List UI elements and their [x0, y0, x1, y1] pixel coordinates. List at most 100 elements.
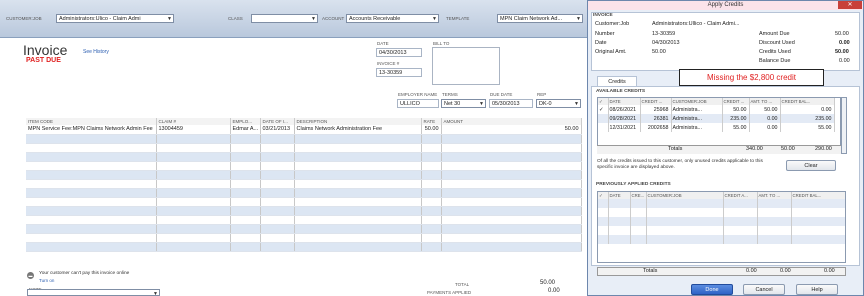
invoice-number-field[interactable]: 13-30359: [376, 68, 422, 77]
past-due-status: PAST DUE: [26, 57, 61, 64]
class-dropdown[interactable]: ▼: [251, 14, 318, 23]
clear-button[interactable]: Clear: [786, 160, 836, 171]
see-history-link[interactable]: See History: [83, 49, 109, 55]
customer-job-dropdown[interactable]: Administrators:Ulico - Claim Admi ▼: [56, 14, 174, 23]
due-date-field[interactable]: 05/30/2013: [489, 99, 533, 108]
col-customer-job[interactable]: CUSTOMER:JOB: [671, 98, 723, 105]
cell-credit-balance: 55.00: [780, 123, 835, 132]
col-description[interactable]: DESCRIPTION: [294, 118, 422, 125]
checkbox[interactable]: [598, 123, 609, 132]
chevron-down-icon[interactable]: ▼: [167, 15, 172, 22]
chevron-down-icon[interactable]: ▼: [311, 15, 316, 22]
col-amount[interactable]: AMOUNT: [441, 118, 582, 125]
credit-row[interactable]: ✓ 08/26/2021 25968 Administra... 50.00 5…: [598, 105, 835, 114]
cell-employee[interactable]: Edmar A...: [230, 125, 261, 135]
col-credit-amt[interactable]: CREDIT A...: [723, 192, 758, 199]
rep-dropdown[interactable]: DK-0 ▼: [536, 99, 581, 108]
table-row[interactable]: [26, 242, 582, 252]
bill-to-address[interactable]: [432, 47, 500, 85]
help-button[interactable]: Help: [796, 284, 838, 295]
credit-row[interactable]: [598, 208, 845, 217]
done-button[interactable]: Done: [691, 284, 733, 295]
employer-name-field[interactable]: ULLICO: [397, 99, 439, 108]
col-date-of-injury[interactable]: DATE OF I...: [260, 118, 295, 125]
chevron-down-icon[interactable]: ▼: [576, 15, 581, 22]
checkbox[interactable]: [598, 114, 609, 123]
col-date[interactable]: DATE: [608, 98, 641, 105]
table-row[interactable]: [26, 170, 582, 180]
tab-credits[interactable]: Credits: [597, 76, 637, 86]
credit-row[interactable]: [598, 199, 845, 208]
customer-job-label: Customer:Job: [595, 21, 630, 27]
table-row[interactable]: [26, 224, 582, 234]
cell-date[interactable]: 03/21/2013: [260, 125, 295, 135]
credit-row[interactable]: [598, 217, 845, 226]
date-field[interactable]: 04/30/2013: [376, 48, 422, 57]
col-amt-to-use[interactable]: AMT. TO ...: [757, 192, 792, 199]
cell-amt-to-use[interactable]: 0.00: [749, 114, 781, 123]
class-label: CLASS: [228, 16, 243, 21]
table-row[interactable]: [26, 179, 582, 189]
table-row[interactable]: [26, 188, 582, 198]
account-dropdown[interactable]: Accounts Receivable ▼: [346, 14, 439, 23]
col-customer-job[interactable]: CUSTOMER:JOB: [646, 192, 724, 199]
col-rate[interactable]: RATE: [421, 118, 442, 125]
balance-due-value: 0.00: [839, 58, 850, 64]
cell-amount[interactable]: 50.00: [441, 125, 582, 135]
turn-on-link[interactable]: Turn on: [39, 278, 54, 283]
previously-applied-table: ✓ DATE CRE... CUSTOMER:JOB CREDIT A... A…: [598, 192, 845, 244]
cell-amt-to-use[interactable]: 50.00: [749, 105, 781, 114]
credit-row[interactable]: 09/28/2021 26381 Administra... 235.00 0.…: [598, 114, 835, 123]
available-credits-table: ✓ DATE CREDIT ... CUSTOMER:JOB CREDIT ..…: [598, 98, 835, 132]
col-credit-no[interactable]: CREDIT ...: [640, 98, 672, 105]
col-date[interactable]: DATE: [608, 192, 631, 199]
col-employee[interactable]: EMPLO...: [230, 118, 261, 125]
cell-description[interactable]: Claims Network Administration Fee: [294, 125, 422, 135]
line-items-table: ITEM CODE CLAIM # EMPLO... DATE OF I... …: [26, 118, 582, 252]
table-row[interactable]: [26, 197, 582, 207]
table-row[interactable]: [26, 233, 582, 243]
balance-due-label: Balance Due: [759, 58, 791, 64]
close-icon[interactable]: ✕: [838, 1, 862, 9]
vertical-scrollbar[interactable]: [841, 97, 847, 154]
table-row[interactable]: MPN Service Fee:MPN Claims Network Admin…: [26, 125, 582, 135]
table-row[interactable]: [26, 206, 582, 216]
cell-item[interactable]: MPN Service Fee:MPN Claims Network Admin…: [26, 125, 157, 135]
table-row[interactable]: [26, 143, 582, 153]
credits-used-value: 50.00: [835, 49, 849, 55]
credit-row[interactable]: 12/31/2021 2002658 Administra... 55.00 0…: [598, 123, 835, 132]
table-row[interactable]: [26, 215, 582, 225]
template-dropdown[interactable]: MPN Claim Network Ad... ▼: [497, 14, 583, 23]
account-value: Accounts Receivable: [349, 16, 401, 22]
credit-row[interactable]: [598, 226, 845, 235]
col-credit-balance[interactable]: CREDIT BAL...: [780, 98, 835, 105]
credit-row[interactable]: [598, 235, 845, 244]
col-claim[interactable]: CLAIM #: [156, 118, 231, 125]
note-field[interactable]: ▼: [27, 289, 160, 296]
table-row[interactable]: [26, 134, 582, 144]
total-label: TOTAL: [455, 282, 470, 287]
cell-rate[interactable]: 50.00: [421, 125, 442, 135]
chevron-down-icon[interactable]: ▼: [479, 100, 484, 107]
checkbox[interactable]: ✓: [598, 105, 609, 114]
cell-amt-to-use[interactable]: 0.00: [749, 123, 781, 132]
col-check[interactable]: ✓: [598, 192, 609, 199]
col-credit-amt[interactable]: CREDIT ...: [722, 98, 750, 105]
customer-job-label: CUSTOMER:JOB: [6, 16, 42, 21]
col-amt-to-use[interactable]: AMT. TO ...: [749, 98, 781, 105]
dialog-title: Apply Credits: [588, 1, 863, 10]
col-credit-balance[interactable]: CREDIT BAL...: [791, 192, 845, 199]
chevron-down-icon[interactable]: ▼: [153, 290, 158, 295]
table-row[interactable]: [26, 161, 582, 171]
cancel-button[interactable]: Cancel: [743, 284, 785, 295]
cell-credit-no: 26381: [640, 114, 672, 123]
col-item-code[interactable]: ITEM CODE: [26, 118, 157, 125]
chevron-down-icon[interactable]: ▼: [574, 100, 579, 107]
terms-dropdown[interactable]: Net 30 ▼: [441, 99, 486, 108]
table-row[interactable]: [26, 152, 582, 162]
col-credit-no[interactable]: CRE...: [630, 192, 647, 199]
chevron-down-icon[interactable]: ▼: [432, 15, 437, 22]
totals-balance: 290.00: [815, 146, 832, 152]
cell-claim[interactable]: 13004459: [156, 125, 231, 135]
col-check[interactable]: ✓: [598, 98, 609, 105]
